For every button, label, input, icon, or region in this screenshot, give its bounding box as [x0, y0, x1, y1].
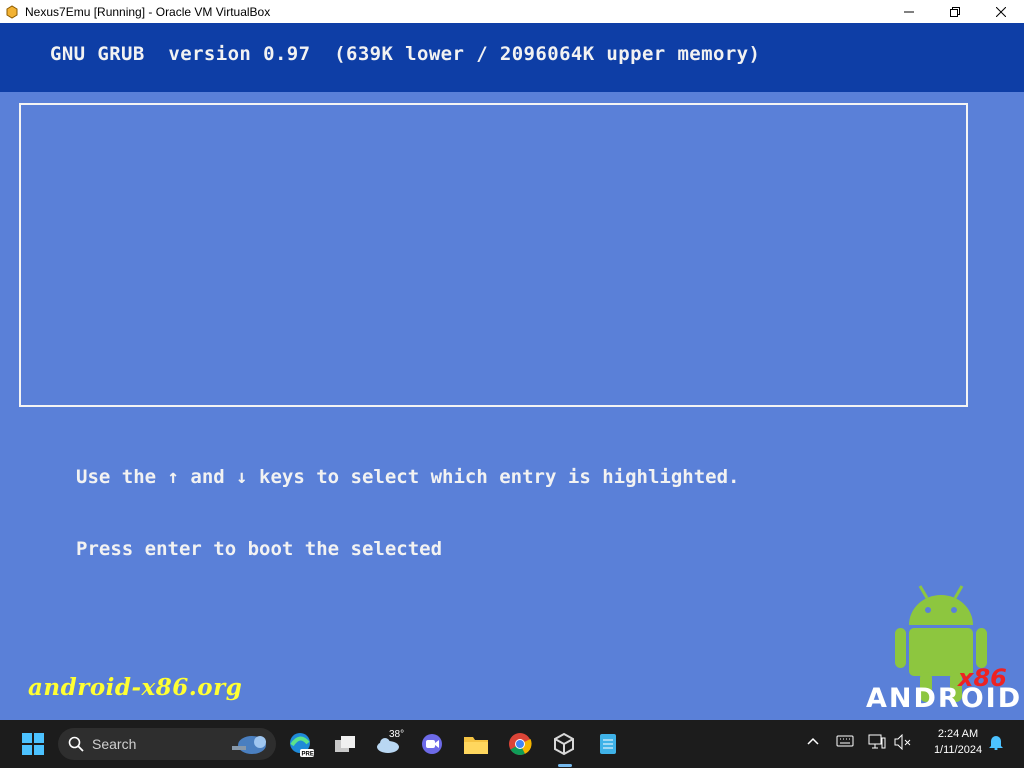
windows-start-icon [22, 733, 44, 755]
notepad-icon [600, 734, 616, 754]
edge-beta-icon: PRE [290, 733, 314, 758]
boot-menu-box[interactable] [19, 103, 968, 407]
display-icon[interactable] [868, 734, 886, 750]
chevron-up-icon[interactable] [806, 734, 820, 748]
close-button[interactable] [978, 0, 1024, 23]
restore-button[interactable] [932, 0, 978, 23]
clock-date: 1/11/2024 [933, 744, 983, 756]
svg-text:PRE: PRE [302, 752, 314, 758]
search-highlight-icon [232, 736, 266, 754]
window-title: Nexus7Emu [Running] - Oracle VM VirtualB… [25, 4, 271, 19]
virtualbox-icon [6, 4, 18, 19]
virtualbox-icon [554, 732, 574, 756]
window-controls [886, 0, 1024, 23]
system-clock[interactable]: 2:24 AM 1/11/2024 [920, 726, 996, 758]
taskbar-teams[interactable] [416, 728, 448, 760]
clock-time: 2:24 AM [937, 728, 979, 740]
instruction-line: Press enter to boot the selected [76, 538, 443, 560]
active-app-indicator [558, 764, 572, 767]
file-explorer-icon [464, 737, 488, 754]
x86-label: x86 [958, 664, 1007, 692]
task-view-icon [335, 736, 355, 752]
grub-header-bar: GNU GRUB version 0.97 (639K lower / 2096… [0, 23, 1024, 92]
restore-icon [950, 6, 960, 17]
start-button[interactable] [17, 728, 49, 760]
taskbar-file-explorer[interactable] [460, 728, 492, 760]
taskbar-task-view[interactable] [329, 728, 361, 760]
taskbar-virtualbox[interactable] [548, 728, 580, 760]
keyboard-icon[interactable] [836, 734, 854, 748]
teams-icon [422, 734, 442, 754]
volume-muted-icon[interactable] [894, 734, 912, 750]
weather-temperature: 38° [389, 729, 405, 740]
close-icon [996, 6, 1006, 17]
search-icon [68, 736, 84, 752]
window-title-bar[interactable]: Nexus7Emu [Running] - Oracle VM VirtualB… [0, 0, 1024, 23]
instruction-line: Use the ↑ and ↓ keys to select which ent… [76, 466, 740, 488]
android-x86-url: android-x86.org [28, 674, 243, 701]
grub-version-header: GNU GRUB version 0.97 (639K lower / 2096… [50, 43, 761, 65]
minimize-button[interactable] [886, 0, 932, 23]
grub-instructions: Use the ↑ and ↓ keys to select which ent… [76, 417, 739, 585]
taskbar-notepad[interactable] [592, 728, 624, 760]
minimize-icon [904, 11, 914, 12]
taskbar-chrome[interactable] [504, 728, 536, 760]
chrome-icon [509, 733, 532, 755]
taskbar-edge-beta[interactable]: PRE [285, 728, 317, 760]
search-label: Search [92, 736, 137, 752]
taskbar-search[interactable]: Search [58, 728, 276, 760]
notification-bell-icon[interactable] [988, 734, 1004, 750]
